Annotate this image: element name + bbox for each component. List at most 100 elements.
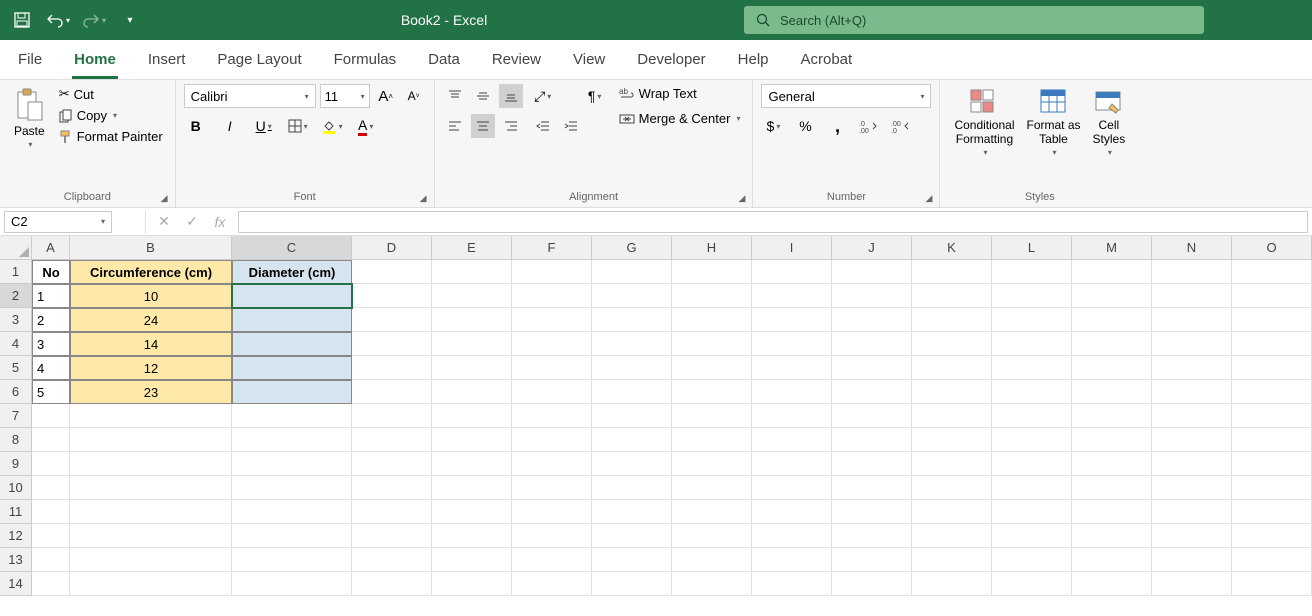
tab-acrobat[interactable]: Acrobat — [799, 43, 855, 79]
cell-M2[interactable] — [1072, 284, 1152, 308]
accounting-format-icon[interactable]: $▾ — [761, 114, 785, 138]
cell-A7[interactable] — [32, 404, 70, 428]
cell-C1[interactable]: Diameter (cm) — [232, 260, 352, 284]
cell-O6[interactable] — [1232, 380, 1312, 404]
cell-L6[interactable] — [992, 380, 1072, 404]
cell-E9[interactable] — [432, 452, 512, 476]
cell-M5[interactable] — [1072, 356, 1152, 380]
save-icon[interactable] — [8, 6, 36, 34]
col-header-F[interactable]: F — [512, 236, 592, 260]
cell-H3[interactable] — [672, 308, 752, 332]
cell-J9[interactable] — [832, 452, 912, 476]
cell-J2[interactable] — [832, 284, 912, 308]
cell-A14[interactable] — [32, 572, 70, 596]
cell-I9[interactable] — [752, 452, 832, 476]
cell-F3[interactable] — [512, 308, 592, 332]
cell-B2[interactable]: 10 — [70, 284, 232, 308]
cell-M14[interactable] — [1072, 572, 1152, 596]
cell-I8[interactable] — [752, 428, 832, 452]
underline-button[interactable]: U▾ — [252, 114, 276, 138]
cell-N7[interactable] — [1152, 404, 1232, 428]
cell-E1[interactable] — [432, 260, 512, 284]
cancel-formula-icon[interactable]: ✕ — [152, 210, 176, 234]
cell-I2[interactable] — [752, 284, 832, 308]
cell-H14[interactable] — [672, 572, 752, 596]
decrease-decimal-icon[interactable]: .00.0 — [889, 114, 913, 138]
cell-B13[interactable] — [70, 548, 232, 572]
cell-K7[interactable] — [912, 404, 992, 428]
cell-D9[interactable] — [352, 452, 432, 476]
search-input[interactable] — [780, 13, 1192, 28]
cell-E3[interactable] — [432, 308, 512, 332]
row-header-7[interactable]: 7 — [0, 404, 32, 428]
cell-M3[interactable] — [1072, 308, 1152, 332]
cell-L12[interactable] — [992, 524, 1072, 548]
align-middle-icon[interactable] — [471, 84, 495, 108]
row-header-5[interactable]: 5 — [0, 356, 32, 380]
cell-C3[interactable] — [232, 308, 352, 332]
cell-C2[interactable] — [232, 284, 352, 308]
cell-J12[interactable] — [832, 524, 912, 548]
row-header-11[interactable]: 11 — [0, 500, 32, 524]
cell-O14[interactable] — [1232, 572, 1312, 596]
cell-B1[interactable]: Circumference (cm) — [70, 260, 232, 284]
cell-D13[interactable] — [352, 548, 432, 572]
col-header-A[interactable]: A — [32, 236, 70, 260]
cell-N11[interactable] — [1152, 500, 1232, 524]
col-header-D[interactable]: D — [352, 236, 432, 260]
cell-I11[interactable] — [752, 500, 832, 524]
cell-B9[interactable] — [70, 452, 232, 476]
format-as-table-button[interactable]: Format as Table▾ — [1021, 84, 1087, 161]
cell-E12[interactable] — [432, 524, 512, 548]
col-header-K[interactable]: K — [912, 236, 992, 260]
cell-C13[interactable] — [232, 548, 352, 572]
cell-M7[interactable] — [1072, 404, 1152, 428]
cell-J14[interactable] — [832, 572, 912, 596]
cell-F11[interactable] — [512, 500, 592, 524]
number-launcher-icon[interactable]: ◢ — [925, 193, 937, 205]
cell-J5[interactable] — [832, 356, 912, 380]
tab-formulas[interactable]: Formulas — [332, 43, 399, 79]
row-header-2[interactable]: 2 — [0, 284, 32, 308]
cell-K1[interactable] — [912, 260, 992, 284]
cell-N8[interactable] — [1152, 428, 1232, 452]
cell-C8[interactable] — [232, 428, 352, 452]
percent-format-icon[interactable]: % — [793, 114, 817, 138]
alignment-launcher-icon[interactable]: ◢ — [738, 193, 750, 205]
cell-K4[interactable] — [912, 332, 992, 356]
cell-J1[interactable] — [832, 260, 912, 284]
cell-F9[interactable] — [512, 452, 592, 476]
cell-E6[interactable] — [432, 380, 512, 404]
row-header-6[interactable]: 6 — [0, 380, 32, 404]
cell-D5[interactable] — [352, 356, 432, 380]
cell-B14[interactable] — [70, 572, 232, 596]
cell-J10[interactable] — [832, 476, 912, 500]
cell-O8[interactable] — [1232, 428, 1312, 452]
cell-A2[interactable]: 1 — [32, 284, 70, 308]
cell-M10[interactable] — [1072, 476, 1152, 500]
cell-G13[interactable] — [592, 548, 672, 572]
cut-button[interactable]: ✂Cut — [55, 84, 167, 104]
cell-B5[interactable]: 12 — [70, 356, 232, 380]
col-header-E[interactable]: E — [432, 236, 512, 260]
cell-C6[interactable] — [232, 380, 352, 404]
cell-A3[interactable]: 2 — [32, 308, 70, 332]
cell-N9[interactable] — [1152, 452, 1232, 476]
cell-H1[interactable] — [672, 260, 752, 284]
row-header-8[interactable]: 8 — [0, 428, 32, 452]
cell-A6[interactable]: 5 — [32, 380, 70, 404]
cell-M6[interactable] — [1072, 380, 1152, 404]
cell-E4[interactable] — [432, 332, 512, 356]
tab-review[interactable]: Review — [490, 43, 543, 79]
cell-B4[interactable]: 14 — [70, 332, 232, 356]
cell-H7[interactable] — [672, 404, 752, 428]
cell-K10[interactable] — [912, 476, 992, 500]
tab-insert[interactable]: Insert — [146, 43, 188, 79]
cell-E14[interactable] — [432, 572, 512, 596]
name-box[interactable]: C2▾ — [4, 211, 112, 233]
col-header-I[interactable]: I — [752, 236, 832, 260]
cell-K8[interactable] — [912, 428, 992, 452]
font-launcher-icon[interactable]: ◢ — [420, 193, 432, 205]
cell-C12[interactable] — [232, 524, 352, 548]
cell-N1[interactable] — [1152, 260, 1232, 284]
